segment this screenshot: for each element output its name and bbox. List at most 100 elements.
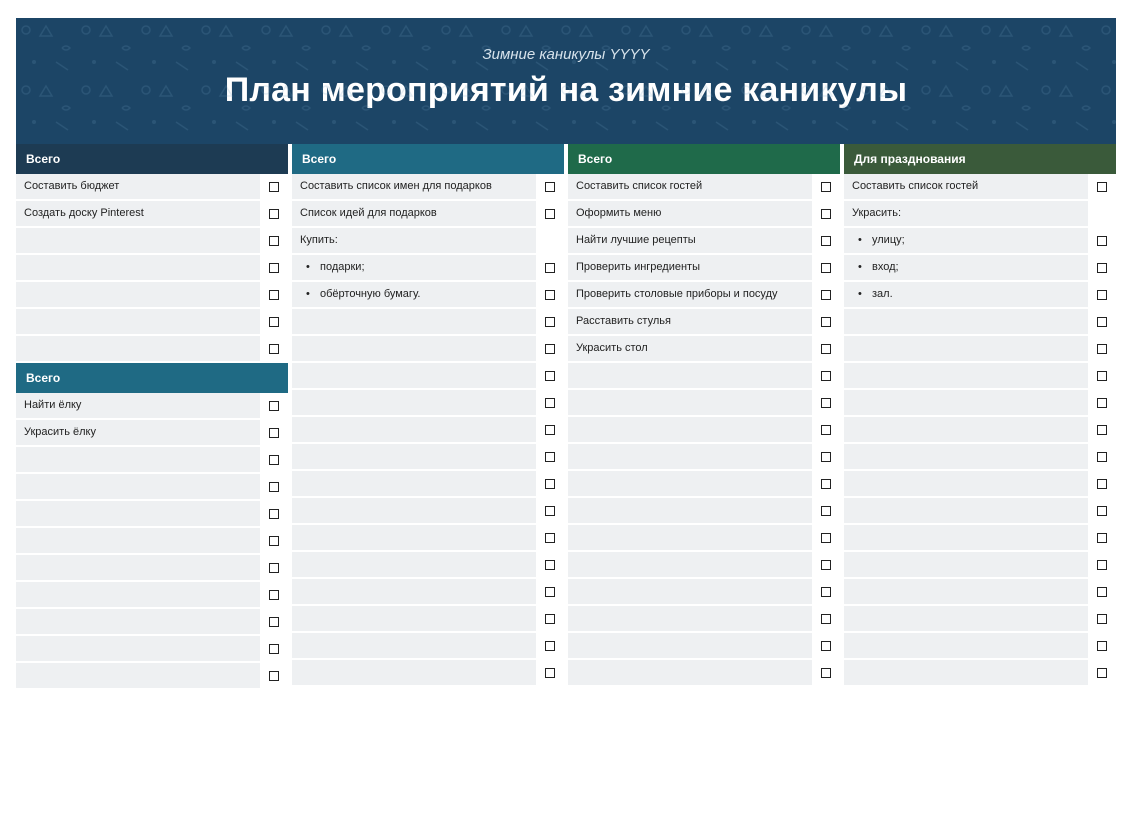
checkbox-icon[interactable] bbox=[1097, 398, 1107, 408]
checkbox-icon[interactable] bbox=[545, 263, 555, 273]
checkbox-icon[interactable] bbox=[1097, 371, 1107, 381]
checkbox-icon[interactable] bbox=[545, 425, 555, 435]
checkbox-icon[interactable] bbox=[545, 182, 555, 192]
checkbox-icon[interactable] bbox=[269, 344, 279, 354]
checkbox-icon[interactable] bbox=[1097, 425, 1107, 435]
checkbox-icon[interactable] bbox=[1097, 236, 1107, 246]
checkbox-icon[interactable] bbox=[269, 263, 279, 273]
row-text bbox=[292, 417, 536, 442]
row-check-cell bbox=[536, 579, 564, 604]
checkbox-icon[interactable] bbox=[1097, 668, 1107, 678]
checkbox-icon[interactable] bbox=[269, 317, 279, 327]
row-check-cell bbox=[260, 447, 288, 472]
checkbox-icon[interactable] bbox=[821, 614, 831, 624]
checkbox-icon[interactable] bbox=[545, 560, 555, 570]
checkbox-icon[interactable] bbox=[269, 509, 279, 519]
list-row bbox=[568, 579, 840, 606]
checkbox-icon[interactable] bbox=[1097, 182, 1107, 192]
checkbox-icon[interactable] bbox=[545, 452, 555, 462]
row-check-cell bbox=[260, 609, 288, 634]
checkbox-icon[interactable] bbox=[269, 401, 279, 411]
checkbox-icon[interactable] bbox=[1097, 452, 1107, 462]
checkbox-icon[interactable] bbox=[545, 587, 555, 597]
checkbox-icon[interactable] bbox=[545, 290, 555, 300]
checkbox-icon[interactable] bbox=[1097, 533, 1107, 543]
checkbox-icon[interactable] bbox=[1097, 263, 1107, 273]
row-text: Найти ёлку bbox=[16, 393, 260, 418]
checkbox-icon[interactable] bbox=[821, 641, 831, 651]
checkbox-icon[interactable] bbox=[545, 614, 555, 624]
list-row bbox=[844, 552, 1116, 579]
checkbox-icon[interactable] bbox=[821, 263, 831, 273]
checkbox-icon[interactable] bbox=[269, 236, 279, 246]
list-row bbox=[844, 579, 1116, 606]
row-text: Составить список гостей bbox=[568, 174, 812, 199]
checkbox-icon[interactable] bbox=[269, 563, 279, 573]
row-text bbox=[16, 555, 260, 580]
checkbox-icon[interactable] bbox=[545, 506, 555, 516]
list-row bbox=[568, 660, 840, 687]
checkbox-icon[interactable] bbox=[269, 209, 279, 219]
checkbox-icon[interactable] bbox=[545, 344, 555, 354]
checkbox-icon[interactable] bbox=[545, 641, 555, 651]
checkbox-icon[interactable] bbox=[269, 590, 279, 600]
header: Зимние каникулы YYYY План мероприятий на… bbox=[16, 18, 1116, 144]
row-text bbox=[292, 390, 536, 415]
checkbox-icon[interactable] bbox=[269, 455, 279, 465]
checkbox-icon[interactable] bbox=[269, 290, 279, 300]
checkbox-icon[interactable] bbox=[821, 533, 831, 543]
list-row: улицу; bbox=[844, 228, 1116, 255]
checkbox-icon[interactable] bbox=[1097, 560, 1107, 570]
row-text bbox=[844, 471, 1088, 496]
row-text bbox=[292, 363, 536, 388]
checkbox-icon[interactable] bbox=[821, 290, 831, 300]
checkbox-icon[interactable] bbox=[545, 398, 555, 408]
checkbox-icon[interactable] bbox=[821, 209, 831, 219]
row-text: Расставить стулья bbox=[568, 309, 812, 334]
row-text: подарки; bbox=[292, 255, 536, 280]
row-check-cell bbox=[812, 201, 840, 226]
checkbox-icon[interactable] bbox=[821, 560, 831, 570]
checkbox-icon[interactable] bbox=[1097, 587, 1107, 597]
row-check-cell bbox=[1088, 471, 1116, 496]
checkbox-icon[interactable] bbox=[269, 182, 279, 192]
list-row bbox=[844, 390, 1116, 417]
checkbox-icon[interactable] bbox=[821, 452, 831, 462]
checkbox-icon[interactable] bbox=[1097, 290, 1107, 300]
checkbox-icon[interactable] bbox=[545, 209, 555, 219]
checkbox-icon[interactable] bbox=[269, 536, 279, 546]
checkbox-icon[interactable] bbox=[1097, 344, 1107, 354]
checkbox-icon[interactable] bbox=[821, 344, 831, 354]
checkbox-icon[interactable] bbox=[545, 533, 555, 543]
checkbox-icon[interactable] bbox=[821, 506, 831, 516]
checkbox-icon[interactable] bbox=[269, 617, 279, 627]
checkbox-icon[interactable] bbox=[269, 671, 279, 681]
list-row bbox=[16, 663, 288, 690]
checkbox-icon[interactable] bbox=[821, 479, 831, 489]
checkbox-icon[interactable] bbox=[821, 317, 831, 327]
checkbox-icon[interactable] bbox=[1097, 317, 1107, 327]
checkbox-icon[interactable] bbox=[821, 371, 831, 381]
row-check-cell bbox=[260, 582, 288, 607]
list-row bbox=[844, 336, 1116, 363]
checkbox-icon[interactable] bbox=[1097, 506, 1107, 516]
checkbox-icon[interactable] bbox=[1097, 641, 1107, 651]
checkbox-icon[interactable] bbox=[821, 398, 831, 408]
checkbox-icon[interactable] bbox=[269, 482, 279, 492]
checkbox-icon[interactable] bbox=[269, 428, 279, 438]
list-row bbox=[16, 447, 288, 474]
checkbox-icon[interactable] bbox=[821, 425, 831, 435]
checkbox-icon[interactable] bbox=[545, 479, 555, 489]
checkbox-icon[interactable] bbox=[545, 371, 555, 381]
checkbox-icon[interactable] bbox=[269, 644, 279, 654]
checkbox-icon[interactable] bbox=[821, 587, 831, 597]
checkbox-icon[interactable] bbox=[821, 182, 831, 192]
checkbox-icon[interactable] bbox=[821, 668, 831, 678]
checkbox-icon[interactable] bbox=[1097, 479, 1107, 489]
checkbox-icon[interactable] bbox=[545, 317, 555, 327]
row-text bbox=[844, 606, 1088, 631]
row-text: Составить список имен для подарков bbox=[292, 174, 536, 199]
checkbox-icon[interactable] bbox=[1097, 614, 1107, 624]
checkbox-icon[interactable] bbox=[821, 236, 831, 246]
checkbox-icon[interactable] bbox=[545, 668, 555, 678]
